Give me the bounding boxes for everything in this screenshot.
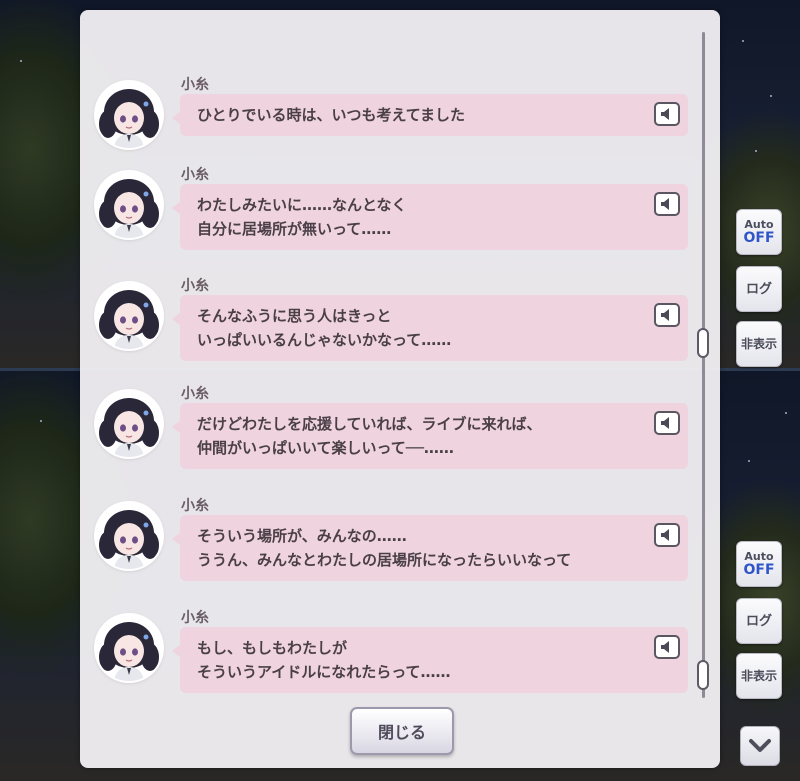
hide-label-lower: 非表示 xyxy=(740,669,777,683)
log-entry: 小糸 ひとりでいる時は、いつも考えてました xyxy=(80,77,710,186)
speaker-icon xyxy=(661,198,669,210)
koito-portrait-icon xyxy=(96,615,162,681)
speaker-name: 小糸 xyxy=(181,167,209,183)
speaker-icon xyxy=(661,108,669,120)
log-button-lower[interactable]: ログ xyxy=(736,598,782,644)
auto-toggle-button[interactable]: Auto OFF xyxy=(736,209,782,255)
character-avatar xyxy=(96,82,162,148)
dialogue-bubble: わたしみたいに……なんとなく 自分に居場所が無いって…… xyxy=(172,184,688,250)
hide-ui-button[interactable]: 非表示 xyxy=(736,321,782,367)
speaker-name: 小糸 xyxy=(181,610,209,626)
hide-label: 非表示 xyxy=(740,337,777,351)
log-entry: 小糸もし、もしもわたしがそういうアイドルになれたらって…… xyxy=(80,610,710,719)
speaker-icon xyxy=(661,529,669,541)
log-entry: 小糸 わたしみたいに……なんとなく 自分に居場所が無いって…… xyxy=(80,167,710,276)
auto-state: OFF xyxy=(743,230,775,246)
hide-ui-button-lower[interactable]: 非表示 xyxy=(736,653,782,699)
voice-replay-button[interactable] xyxy=(654,102,680,126)
voice-replay-button[interactable] xyxy=(654,411,680,435)
speaker-name: 小糸 xyxy=(181,77,209,93)
scrollbar-thumb-lower[interactable] xyxy=(697,660,709,690)
dialogue-bubble: だけどわたしを応援していれば、ライブに来れば、 仲間がいっぱいいて楽しいって──…… xyxy=(172,403,688,469)
log-button[interactable]: ログ xyxy=(736,266,782,312)
voice-replay-button[interactable] xyxy=(654,192,680,216)
auto-label-lower: Auto xyxy=(744,550,774,563)
log-entry: 小糸そういう場所が、みんなの…… ううん、みんなとわたしの居場所になったらいいなっ… xyxy=(80,498,710,607)
dialogue-line: ううん、みんなとわたしの居場所になったらいいなって xyxy=(197,551,572,569)
scrollbar-track[interactable] xyxy=(702,32,705,698)
dialogue-line: そういうアイドルになれたらって…… xyxy=(197,663,451,681)
character-avatar xyxy=(96,615,162,681)
auto-label: Auto xyxy=(744,218,774,231)
speaker-name: 小糸 xyxy=(181,498,209,514)
koito-portrait-icon xyxy=(96,391,162,457)
koito-portrait-icon xyxy=(96,283,162,349)
character-avatar xyxy=(96,503,162,569)
dialogue-line: 自分に居場所が無いって…… xyxy=(197,220,392,238)
dialogue-bubble: もし、もしもわたしがそういうアイドルになれたらって…… xyxy=(172,627,688,693)
dialogue-line: そういう場所が、みんなの…… xyxy=(197,527,407,545)
close-button[interactable]: 閉じる xyxy=(350,707,454,755)
speaker-icon xyxy=(661,641,669,653)
koito-portrait-icon xyxy=(96,82,162,148)
speaker-icon xyxy=(661,309,669,321)
character-avatar xyxy=(96,283,162,349)
log-entry: それから xyxy=(80,10,710,37)
character-avatar xyxy=(96,172,162,238)
scroll-down-button[interactable] xyxy=(740,726,780,766)
dialogue-line: もし、もしもわたしが xyxy=(197,639,348,657)
dialogue-line: だけどわたしを応援していれば、ライブに来れば、 xyxy=(197,415,542,433)
koito-portrait-icon xyxy=(96,503,162,569)
auto-toggle-button-lower[interactable]: Auto OFF xyxy=(736,541,782,587)
speaker-icon xyxy=(661,417,669,429)
speaker-name: 小糸 xyxy=(181,386,209,402)
dialogue-line: そんなふうに思う人はきっと xyxy=(197,307,392,325)
log-label: ログ xyxy=(745,281,772,297)
koito-portrait-icon xyxy=(96,172,162,238)
voice-replay-button[interactable] xyxy=(654,635,680,659)
character-avatar xyxy=(96,391,162,457)
dialogue-bubble: そんなふうに思う人はきっといっぱいいるんじゃないかなって…… xyxy=(172,295,688,361)
log-entry: 小糸そんなふうに思う人はきっといっぱいいるんじゃないかなって…… xyxy=(80,278,710,387)
speaker-name: 小糸 xyxy=(181,278,209,294)
dialogue-line: わたしみたいに……なんとなく xyxy=(197,196,407,214)
scrollbar-thumb[interactable] xyxy=(697,328,709,358)
log-label-lower: ログ xyxy=(745,613,772,629)
dialogue-line: ひとりでいる時は、いつも考えてました xyxy=(197,106,466,124)
backlog-panel[interactable]: それから小糸ひとりでいる時は、いつも考えてました小糸わたしみたいに……なんとなく… xyxy=(80,10,720,768)
voice-replay-button[interactable] xyxy=(654,303,680,327)
log-entry: 小糸 だけどわたしを応援していれば、ライブに来れば、 仲間がいっぱいいて楽しいって─… xyxy=(80,386,710,495)
dialogue-bubble: ひとりでいる時は、いつも考えてました xyxy=(172,94,688,136)
dialogue-bubble: そういう場所が、みんなの…… ううん、みんなとわたしの居場所になったらいいなって xyxy=(172,515,688,581)
close-label: 閉じる xyxy=(377,723,426,742)
voice-replay-button[interactable] xyxy=(654,523,680,547)
chevron-down-icon xyxy=(749,739,771,752)
dialogue-line: 仲間がいっぱいいて楽しいって──…… xyxy=(197,439,454,457)
auto-state-lower: OFF xyxy=(743,562,775,578)
dialogue-line: いっぱいいるんじゃないかなって…… xyxy=(197,331,452,349)
